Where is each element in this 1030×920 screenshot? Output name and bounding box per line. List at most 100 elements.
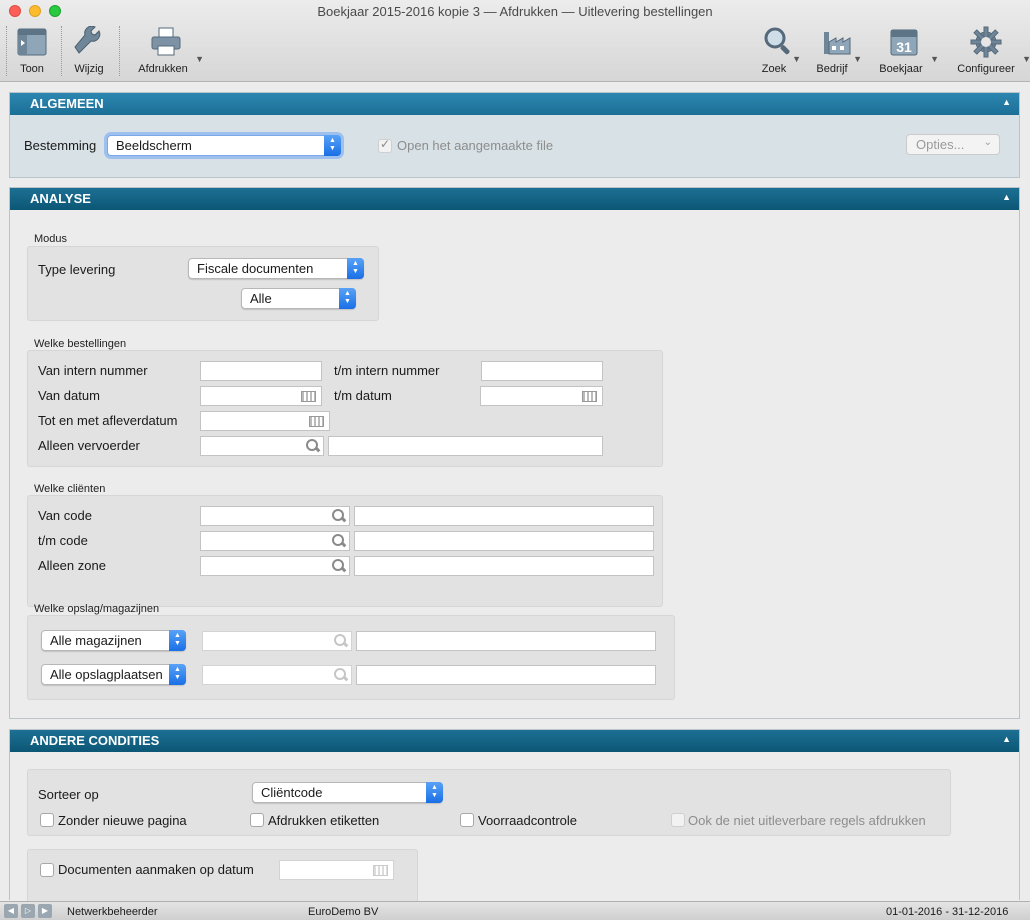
toon-label: Toon xyxy=(20,63,44,75)
documenten-datum-label: Documenten aanmaken op datum xyxy=(58,862,254,877)
search-icon[interactable] xyxy=(334,668,348,682)
type-levering-value: Fiscale documenten xyxy=(197,261,314,276)
configureer-button[interactable]: Configureer ▼ xyxy=(953,24,1030,78)
sorteer-label: Sorteer op xyxy=(38,787,99,802)
clienten-title: Welke cliënten xyxy=(34,483,106,495)
ook-niet-checkbox[interactable] xyxy=(671,813,685,827)
collapse-icon[interactable]: ▲ xyxy=(1002,734,1011,744)
search-icon[interactable] xyxy=(334,634,348,648)
opties-button[interactable]: Opties... ⌄ xyxy=(906,134,1000,155)
toon-button[interactable]: Toon xyxy=(10,24,54,78)
algemeen-section: ALGEMEEN ▲ Bestemming Beeldscherm ▲ ▼ ✓ O… xyxy=(9,92,1020,178)
voorraadcontrole-checkbox[interactable] xyxy=(460,813,474,827)
checkmark-icon: ✓ xyxy=(380,137,391,151)
select-arrows-icon: ▲ ▼ xyxy=(169,664,186,685)
toolbar-separator xyxy=(61,26,62,76)
status-company: EuroDemo BV xyxy=(308,906,379,918)
calendar-icon[interactable] xyxy=(309,416,324,427)
status-user: Netwerkbeheerder xyxy=(67,906,158,918)
zonder-pagina-label: Zonder nieuwe pagina xyxy=(58,813,187,828)
calendar-icon[interactable] xyxy=(373,865,388,876)
opslagplaats-code-input[interactable] xyxy=(202,665,352,685)
configureer-dropdown-icon[interactable]: ▼ xyxy=(1022,54,1030,64)
collapse-icon[interactable]: ▲ xyxy=(1002,97,1011,107)
van-intern-input[interactable] xyxy=(200,361,322,381)
van-code-label: Van code xyxy=(38,508,92,523)
tm-intern-input[interactable] xyxy=(481,361,603,381)
boekjaar-button[interactable]: 31 Boekjaar ▼ xyxy=(877,24,939,78)
search-icon[interactable] xyxy=(332,559,346,573)
modus-sub-value: Alle xyxy=(250,291,272,306)
analyse-title: ANALYSE xyxy=(30,191,91,206)
opslagplaatsen-value: Alle opslagplaatsen xyxy=(50,667,163,682)
calendar-icon[interactable] xyxy=(582,391,597,402)
modus-sub-select[interactable]: Alle ▲ ▼ xyxy=(241,288,356,309)
search-icon[interactable] xyxy=(306,439,320,453)
zoek-button[interactable]: Zoek ▼ xyxy=(756,24,801,78)
zonder-pagina-checkbox[interactable] xyxy=(40,813,54,827)
tot-aflever-input[interactable] xyxy=(200,411,330,431)
afdrukken-etiketten-checkbox[interactable] xyxy=(250,813,264,827)
van-code-input[interactable] xyxy=(200,506,350,526)
vervoerder-name-input[interactable] xyxy=(328,436,603,456)
tm-code-input[interactable] xyxy=(200,531,350,551)
bestellingen-panel: Van intern nummer t/m intern nummer Van … xyxy=(27,350,663,467)
opslagplaats-name-input[interactable] xyxy=(356,665,656,685)
vervoerder-code-input[interactable] xyxy=(200,436,324,456)
magazijnen-select[interactable]: Alle magazijnen ▲ ▼ xyxy=(41,630,186,651)
afdrukken-dropdown-icon[interactable]: ▼ xyxy=(195,54,204,64)
modus-panel: Type levering Fiscale documenten ▲ ▼ Alle… xyxy=(27,246,379,321)
andere-title: ANDERE CONDITIES xyxy=(30,733,160,748)
modus-title: Modus xyxy=(34,233,68,245)
van-intern-label: Van intern nummer xyxy=(38,363,148,378)
afdrukken-etiketten-label: Afdrukken etiketten xyxy=(268,813,380,828)
next-record-icon[interactable]: ▶ xyxy=(38,904,52,918)
afdrukken-button[interactable]: Afdrukken ▼ xyxy=(134,24,204,78)
select-arrows-icon: ▲ ▼ xyxy=(347,258,364,279)
zoek-dropdown-icon[interactable]: ▼ xyxy=(792,54,801,64)
van-code-name-input[interactable] xyxy=(354,506,654,526)
wijzig-button[interactable]: Wijzig xyxy=(66,24,112,78)
tm-datum-label: t/m datum xyxy=(334,388,392,403)
opslagplaatsen-select[interactable]: Alle opslagplaatsen ▲ ▼ xyxy=(41,664,186,685)
andere-header[interactable]: ANDERE CONDITIES ▲ xyxy=(10,730,1019,752)
type-levering-select[interactable]: Fiscale documenten ▲ ▼ xyxy=(188,258,364,279)
tot-aflever-label: Tot en met afleverdatum xyxy=(38,413,178,428)
search-icon xyxy=(764,27,790,55)
algemeen-title: ALGEMEEN xyxy=(30,96,104,111)
bedrijf-dropdown-icon[interactable]: ▼ xyxy=(853,54,862,64)
tm-code-name-input[interactable] xyxy=(354,531,654,551)
analyse-header[interactable]: ANALYSE ▲ xyxy=(10,188,1019,210)
alleen-vervoerder-label: Alleen vervoerder xyxy=(38,438,140,453)
boekjaar-dropdown-icon[interactable]: ▼ xyxy=(930,54,939,64)
sorteer-panel: Sorteer op Cliëntcode ▲ ▼ Zonder nieuwe p… xyxy=(27,769,951,836)
open-file-label: Open het aangemaakte file xyxy=(397,138,554,153)
chevron-down-icon: ⌄ xyxy=(983,137,992,148)
van-datum-input[interactable] xyxy=(200,386,322,406)
first-record-icon[interactable]: ◀ xyxy=(4,904,18,918)
calendar-icon[interactable] xyxy=(301,391,316,402)
search-icon[interactable] xyxy=(332,509,346,523)
magazijn-name-input[interactable] xyxy=(356,631,656,651)
boekjaar-label: Boekjaar xyxy=(879,63,923,75)
sorteer-select[interactable]: Cliëntcode ▲ ▼ xyxy=(252,782,443,803)
documenten-datum-input[interactable] xyxy=(279,860,394,880)
documenten-datum-checkbox[interactable] xyxy=(40,863,54,877)
algemeen-body: Bestemming Beeldscherm ▲ ▼ ✓ Open het aan… xyxy=(10,115,1019,177)
open-file-checkbox[interactable]: ✓ xyxy=(378,137,392,153)
bestemming-select[interactable]: Beeldscherm ▲ ▼ xyxy=(107,135,341,156)
tm-datum-input[interactable] xyxy=(480,386,603,406)
search-icon[interactable] xyxy=(332,534,346,548)
zone-code-input[interactable] xyxy=(200,556,350,576)
bedrijf-button[interactable]: Bedrijf ▼ xyxy=(814,24,862,78)
tm-intern-label: t/m intern nummer xyxy=(334,363,440,378)
analyse-section: ANALYSE ▲ Modus Type levering Fiscale do… xyxy=(9,187,1020,719)
algemeen-header[interactable]: ALGEMEEN ▲ xyxy=(10,93,1019,115)
collapse-icon[interactable]: ▲ xyxy=(1002,192,1011,202)
configureer-label: Configureer xyxy=(957,63,1015,75)
previous-record-icon[interactable]: ▷ xyxy=(21,904,35,918)
toolbar-separator xyxy=(6,26,7,76)
select-arrows-icon: ▲ ▼ xyxy=(426,782,443,803)
magazijn-code-input[interactable] xyxy=(202,631,352,651)
zone-name-input[interactable] xyxy=(354,556,654,576)
